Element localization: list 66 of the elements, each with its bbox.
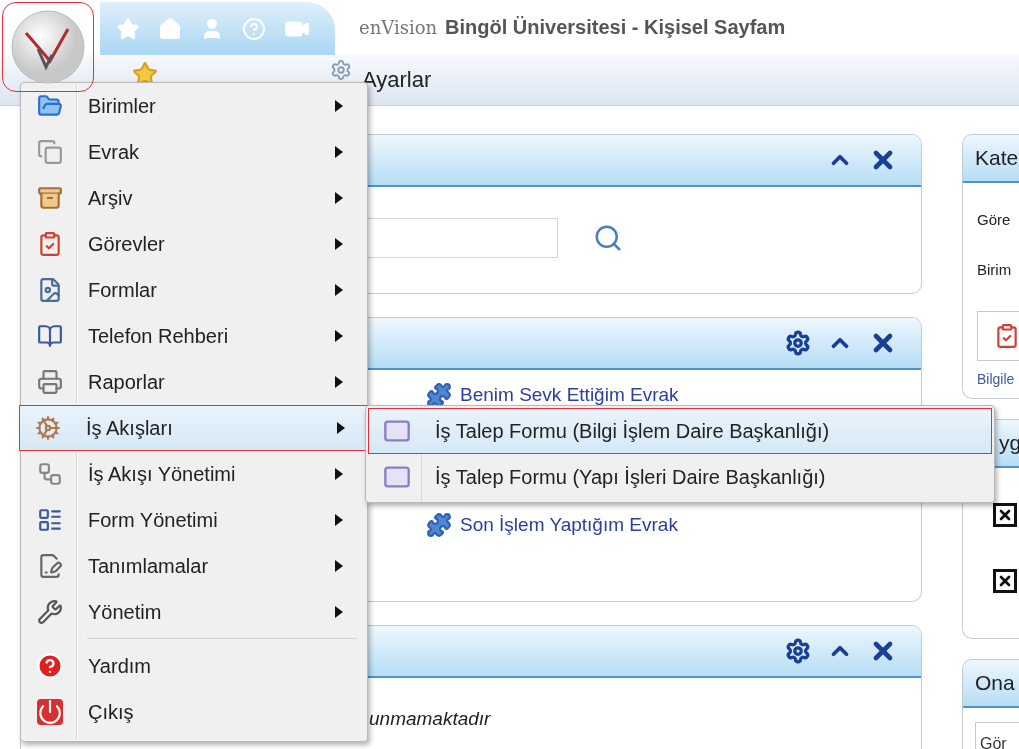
menu-item[interactable]: Evrak <box>21 129 367 175</box>
submenu-item[interactable]: İş Talep Formu (Bilgi İşlem Daire Başkanlığı) <box>368 408 992 454</box>
puzzle-icon <box>426 382 452 408</box>
menu-item[interactable]: İş Akışı Yönetimi <box>21 451 367 497</box>
field-label: Göre <box>977 211 1012 230</box>
submenu-arrow-icon <box>334 237 344 251</box>
clipboard-icon <box>37 231 63 257</box>
menu-item[interactable]: Yönetim <box>21 589 367 635</box>
info-link[interactable]: Bilgile <box>977 371 1019 387</box>
document-link[interactable]: Son İşlem Yaptığım Evrak <box>426 512 678 538</box>
book-icon <box>37 323 63 349</box>
folder-icon <box>37 93 63 119</box>
puzzle-icon <box>426 512 452 538</box>
form-icon <box>37 277 63 303</box>
printer-icon <box>37 369 63 395</box>
tools-icon <box>37 599 63 625</box>
checkbox[interactable] <box>993 569 1017 593</box>
field-label: Birim <box>977 261 1013 280</box>
document-link[interactable]: Benim Sevk Ettiğim Evrak <box>426 382 679 408</box>
menu-item[interactable]: Form Yönetimi <box>21 497 367 543</box>
flow-icon <box>37 461 63 487</box>
menu-item[interactable]: Raporlar <box>21 359 367 405</box>
logo-button[interactable] <box>2 2 94 92</box>
box-icon <box>37 185 63 211</box>
submenu-arrow-icon <box>334 191 344 205</box>
submenu-arrow-icon <box>334 605 344 619</box>
help-icon <box>36 652 64 680</box>
menu-item[interactable]: Arşiv <box>21 175 367 221</box>
submenu-arrow-icon <box>334 375 344 389</box>
list-icon <box>37 507 63 533</box>
menu-item[interactable]: Telefon Rehberi <box>21 313 367 359</box>
submenu-arrow-icon <box>336 421 346 435</box>
submenu-arrow-icon <box>334 467 344 481</box>
document-icon <box>37 553 63 579</box>
panel-title: yg <box>999 431 1019 455</box>
menu-item[interactable]: Yardım <box>21 643 367 689</box>
submenu-arrow-icon <box>334 559 344 573</box>
submenu-item[interactable]: İş Talep Formu (Yapı İşleri Daire Başkanlığı) <box>368 454 992 500</box>
star-icon[interactable] <box>116 16 140 41</box>
submenu-arrow-icon <box>334 283 344 297</box>
submenu-arrow-icon <box>334 99 344 113</box>
power-icon <box>37 699 63 725</box>
search-icon[interactable] <box>593 223 623 253</box>
clipboard-icon <box>994 323 1019 349</box>
brand-logo: enVision <box>359 17 438 38</box>
checkbox[interactable] <box>993 503 1017 527</box>
x-icon <box>997 573 1013 589</box>
settings-icon[interactable] <box>785 638 811 664</box>
panel-title: Ona <box>975 671 1015 695</box>
task-tile[interactable] <box>977 311 1019 361</box>
submenu-arrow-icon <box>334 513 344 527</box>
menu-item[interactable]: Formlar <box>21 267 367 313</box>
select-field[interactable]: Gör <box>975 722 1019 749</box>
pages-icon <box>37 139 63 165</box>
panel-title: Kate <box>975 146 1019 170</box>
page-title: Bingöl Üniversitesi - Kişisel Sayfam <box>445 16 786 39</box>
empty-message: unmamaktadır <box>369 708 491 729</box>
x-icon <box>997 507 1013 523</box>
submenu-arrow-icon <box>334 145 344 159</box>
gears-icon <box>35 415 61 441</box>
menu-item[interactable]: Görevler <box>21 221 367 267</box>
submenu-arrow-icon <box>334 329 344 343</box>
settings-icon[interactable] <box>785 330 811 356</box>
menu-item[interactable]: İş Akışları <box>19 405 369 451</box>
menu-item[interactable]: Tanımlamalar <box>21 543 367 589</box>
menu-item[interactable]: Çıkış <box>21 689 367 735</box>
